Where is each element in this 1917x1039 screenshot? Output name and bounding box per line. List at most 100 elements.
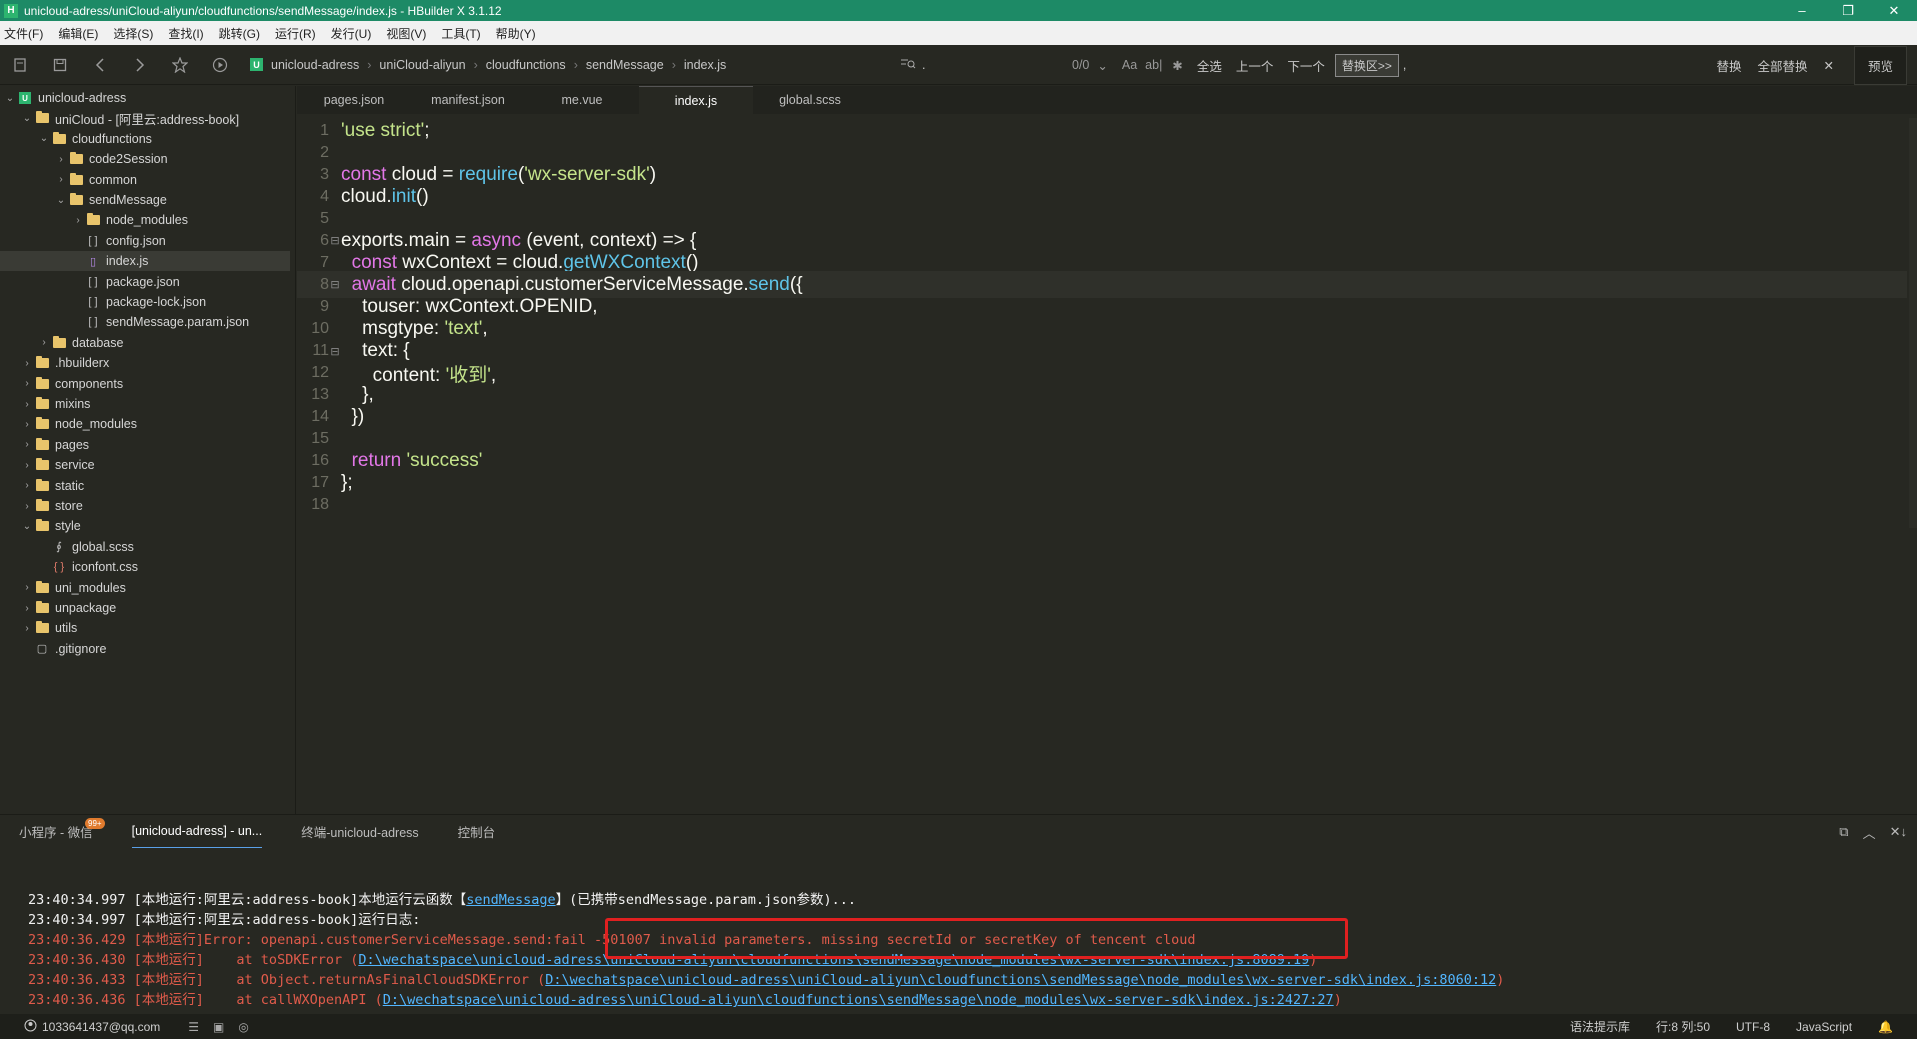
run-icon[interactable] xyxy=(200,45,240,85)
console-link[interactable]: D:\wechatspace\unicloud-adress\uniCloud-… xyxy=(383,992,1334,1008)
menu-publish[interactable]: 发行(U) xyxy=(331,25,372,42)
maximize-button[interactable]: ❐ xyxy=(1825,0,1871,21)
minimize-button[interactable]: – xyxy=(1779,0,1825,21)
tree-item[interactable]: [ ] sendMessage.param.json xyxy=(0,312,290,332)
menu-view[interactable]: 视图(V) xyxy=(386,25,426,42)
tree-item[interactable]: › code2Session xyxy=(0,149,290,169)
tree-item[interactable]: › store xyxy=(0,496,290,516)
tree-item[interactable]: ⌄ cloudfunctions xyxy=(0,129,290,149)
chevron-down-icon[interactable]: ⌄ xyxy=(4,93,16,104)
editor-tab[interactable]: manifest.json xyxy=(411,86,525,114)
chevron-right-icon[interactable]: › xyxy=(21,439,33,450)
whole-word-toggle[interactable]: ab| xyxy=(1145,58,1162,72)
tree-item[interactable]: [ ] package-lock.json xyxy=(0,292,290,312)
chevron-right-icon[interactable]: › xyxy=(38,337,50,348)
tree-item[interactable]: › node_modules xyxy=(0,414,290,434)
preview-button[interactable]: 预览 xyxy=(1853,45,1907,85)
chevron-right-icon[interactable]: › xyxy=(21,582,33,593)
menu-run[interactable]: 运行(R) xyxy=(275,25,316,42)
case-sensitive-toggle[interactable]: Aa xyxy=(1122,58,1137,72)
replace-button[interactable]: 替换 xyxy=(1716,56,1741,75)
editor-tab[interactable]: global.scss xyxy=(753,86,867,114)
tab-terminal[interactable]: 终端-unicloud-adress xyxy=(301,815,418,849)
editor-tab[interactable]: pages.json xyxy=(297,86,411,114)
menu-tools[interactable]: 工具(T) xyxy=(441,25,480,42)
tree-item[interactable]: [ ] config.json xyxy=(0,231,290,251)
tree-item[interactable]: ⌄ sendMessage xyxy=(0,190,290,210)
fold-toggle-icon[interactable]: ⊟ xyxy=(329,278,341,291)
tree-item[interactable]: ⌄ style xyxy=(0,516,290,536)
editor-tab[interactable]: me.vue xyxy=(525,86,639,114)
breadcrumb-item-unicloud[interactable]: uniCloud-aliyun xyxy=(379,58,465,72)
chevron-down-icon[interactable]: ⌄ xyxy=(21,521,33,532)
console-link[interactable]: sendMessage xyxy=(466,892,555,908)
tree-item[interactable]: ▯ index.js xyxy=(0,251,290,272)
chevron-right-icon[interactable]: › xyxy=(21,399,33,410)
fold-toggle-icon[interactable]: ⊟ xyxy=(329,234,341,247)
tree-item[interactable]: › .hbuilderx xyxy=(0,353,290,373)
menu-select[interactable]: 选择(S) xyxy=(113,25,153,42)
chevron-right-icon[interactable]: › xyxy=(21,419,33,430)
tree-item[interactable]: [ ] package.json xyxy=(0,272,290,292)
find-prev-button[interactable]: 上一个 xyxy=(1236,56,1274,75)
menu-file[interactable]: 文件(F) xyxy=(4,25,43,42)
chevron-right-icon[interactable]: › xyxy=(55,154,67,165)
chevron-right-icon[interactable]: › xyxy=(55,174,67,185)
breadcrumb-item-file[interactable]: index.js xyxy=(684,58,726,72)
menu-help[interactable]: 帮助(Y) xyxy=(496,25,536,42)
user-account[interactable]: 1033641437@qq.com xyxy=(42,1020,160,1034)
user-icon[interactable] xyxy=(24,1019,37,1035)
chevron-down-icon[interactable]: ⌄ xyxy=(21,113,33,124)
chevron-right-icon[interactable]: › xyxy=(21,378,33,389)
tab-miniprogram-wechat[interactable]: 小程序 - 微信 99+ xyxy=(19,815,105,849)
menu-find[interactable]: 查找(I) xyxy=(168,25,203,42)
menu-edit[interactable]: 编辑(E) xyxy=(58,25,98,42)
fold-toggle-icon[interactable]: ⊟ xyxy=(329,345,341,358)
tree-item[interactable]: › utils xyxy=(0,618,290,638)
tree-item[interactable]: › service xyxy=(0,455,290,475)
chevron-down-icon[interactable]: ⌄ xyxy=(38,133,50,144)
tree-item[interactable]: ⌄ Uunicloud-adress xyxy=(0,88,290,108)
code-editor[interactable]: 1'use strict'; 2 3 const cloud = require('w… xyxy=(297,118,1917,598)
chevron-right-icon[interactable]: › xyxy=(72,215,84,226)
maximize-panel-icon[interactable]: ︿ xyxy=(1863,823,1876,842)
tree-item[interactable]: › unpackage xyxy=(0,598,290,618)
close-window-button[interactable]: ✕ xyxy=(1871,0,1917,21)
editor-tab[interactable]: index.js xyxy=(639,86,753,114)
menu-goto[interactable]: 跳转(G) xyxy=(219,25,260,42)
tree-item[interactable]: ∮ global.scss xyxy=(0,537,290,557)
new-file-icon[interactable] xyxy=(0,45,40,85)
close-panel-icon[interactable]: ✕↓ xyxy=(1890,824,1907,840)
star-icon[interactable] xyxy=(160,45,200,85)
syntax-hint-library[interactable]: 语法提示库 xyxy=(1570,1018,1630,1035)
select-all-button[interactable]: 全选 xyxy=(1197,56,1222,75)
list-icon[interactable]: ☰ xyxy=(188,1020,199,1034)
tab-unicloud-run-log[interactable]: [unicloud-adress] - un... xyxy=(131,815,263,849)
code-line[interactable]: 18 xyxy=(297,492,341,519)
chevron-right-icon[interactable]: › xyxy=(21,358,33,369)
chevron-right-icon[interactable]: › xyxy=(21,480,33,491)
breadcrumb-item-project[interactable]: unicloud-adress xyxy=(271,58,359,72)
cursor-position[interactable]: 行:8 列:50 xyxy=(1656,1018,1710,1035)
tree-item[interactable]: ⌄ uniCloud - [阿里云:address-book] xyxy=(0,108,290,128)
chevron-right-icon[interactable]: › xyxy=(21,623,33,634)
tree-item[interactable]: › node_modules xyxy=(0,210,290,230)
close-find-button[interactable]: ✕ xyxy=(1824,58,1834,73)
chevron-right-icon[interactable]: › xyxy=(21,501,33,512)
forward-icon[interactable] xyxy=(120,45,160,85)
tab-console[interactable]: 控制台 xyxy=(458,815,496,849)
regex-toggle-icon[interactable]: ✱ xyxy=(1172,58,1182,73)
tree-item[interactable]: › database xyxy=(0,333,290,353)
console-link[interactable]: D:\wechatspace\unicloud-adress\uniCloud-… xyxy=(545,972,1496,988)
wechat-icon[interactable]: ◎ xyxy=(238,1020,248,1034)
file-encoding[interactable]: UTF-8 xyxy=(1736,1020,1770,1034)
find-history-chevron-icon[interactable]: ⌄ xyxy=(1097,58,1107,73)
tree-item[interactable]: › components xyxy=(0,374,290,394)
image-icon[interactable]: ▣ xyxy=(213,1020,224,1034)
replace-input[interactable]: , xyxy=(1403,58,1406,72)
breadcrumb-item-cloudfunctions[interactable]: cloudfunctions xyxy=(486,58,566,72)
tree-item[interactable]: { } iconfont.css xyxy=(0,557,290,577)
breadcrumb-item-sendmessage[interactable]: sendMessage xyxy=(586,58,664,72)
tree-item[interactable]: › uni_modules xyxy=(0,578,290,598)
save-icon[interactable] xyxy=(40,45,80,85)
